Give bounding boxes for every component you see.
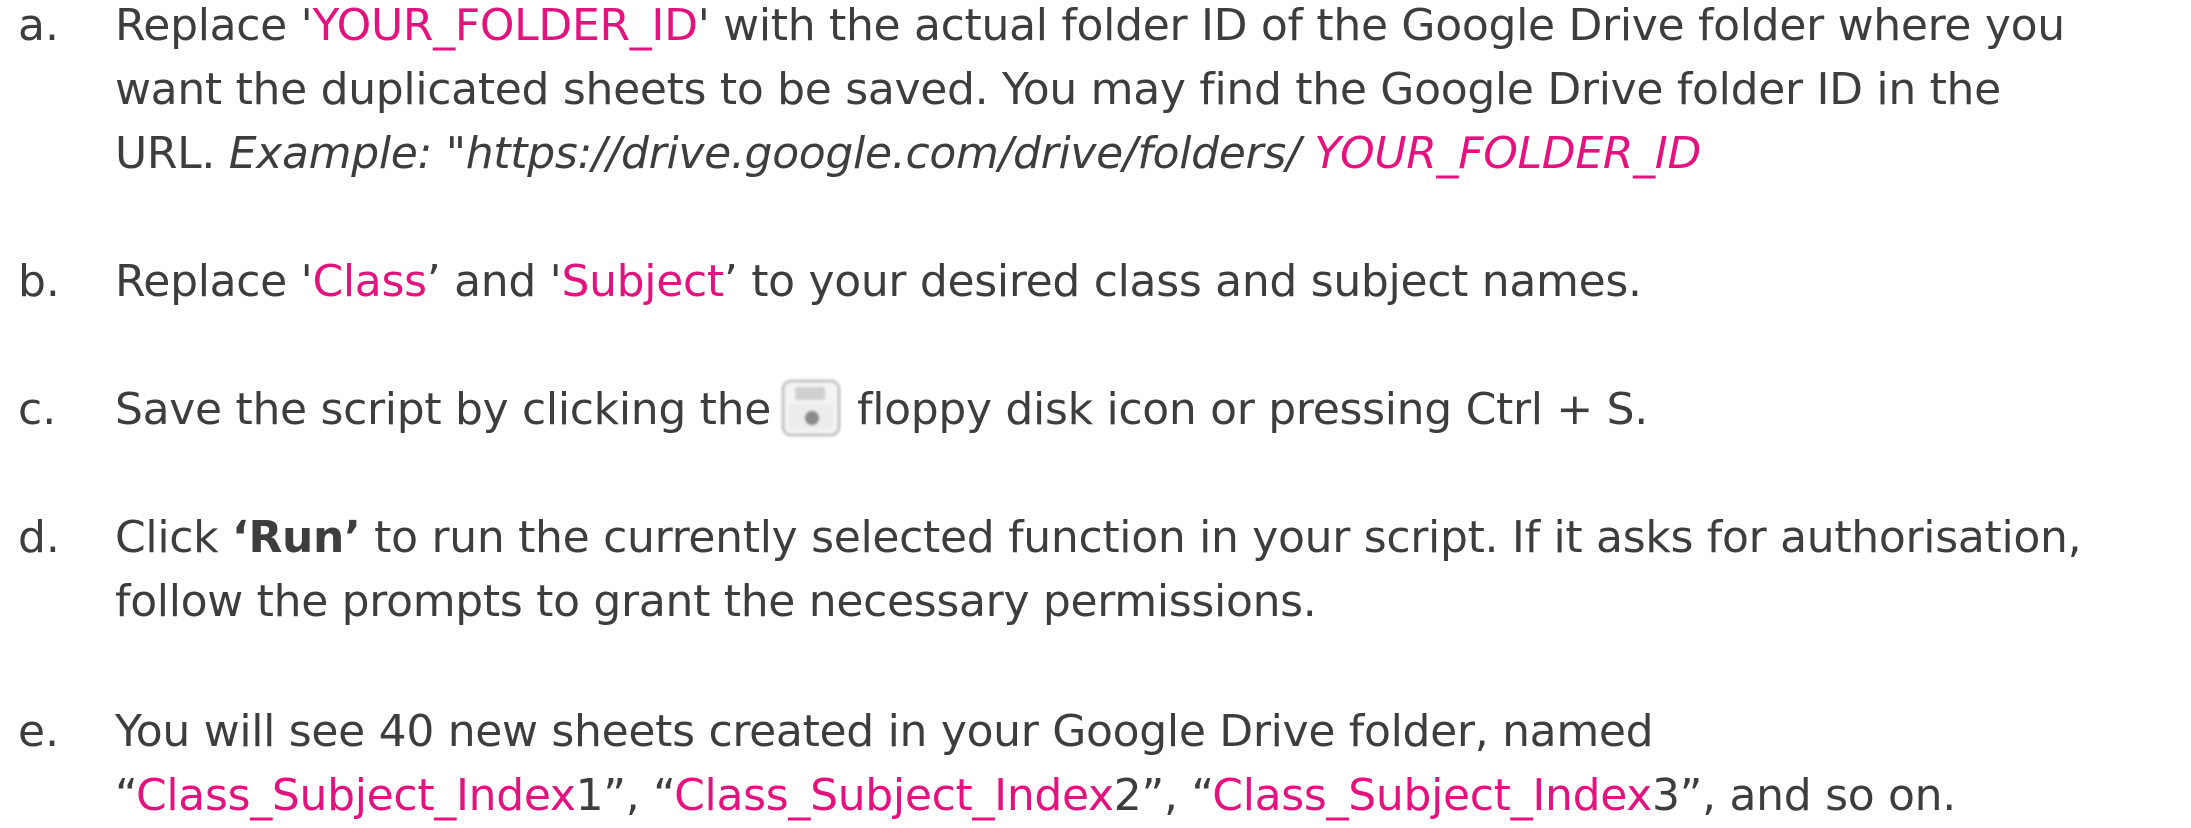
step-a-line-3: URL. Example: "https://drive.google.com/… [115,128,1702,179]
placeholder-folder-id: YOUR_FOLDER_ID [312,0,698,51]
floppy-disk-icon [777,378,845,438]
step-a-line-2: want the duplicated sheets to be saved. … [115,64,2001,115]
step-d-line-1: Click ‘Run’ to run the currently selecte… [115,512,2082,563]
sheet-name-2: Class_Subject_Index [674,770,1114,821]
step-marker: c. [18,384,57,435]
sheet-name-3: Class_Subject_Index [1212,770,1652,821]
instruction-list: a. Replace 'YOUR_FOLDER_ID' with the act… [0,0,2191,821]
step-d-line-2: follow the prompts to grant the necessar… [115,576,1317,627]
sheet-name-1: Class_Subject_Index [135,770,576,821]
run-label: ‘Run’ [232,512,361,563]
step-marker: b. [18,256,60,307]
placeholder-subject: Subject [561,256,724,307]
step-marker: a. [18,0,59,51]
step-e-line-2: “Class_Subject_Index1”, “Class_Subject_I… [115,770,1956,821]
step-marker: e. [18,706,60,757]
placeholder-folder-id: YOUR_FOLDER_ID [1314,128,1702,179]
step-marker: d. [18,512,60,563]
placeholder-class: Class [312,256,427,307]
example-url: Example: "https://drive.google.com/drive… [228,128,1315,179]
step-c-line-1: Save the script by clicking the floppy d… [115,378,1648,442]
step-e-line-1: You will see 40 new sheets created in yo… [115,706,1654,757]
step-b-line-1: Replace 'Class’ and 'Subject’ to your de… [115,256,1642,307]
step-a-line-1: Replace 'YOUR_FOLDER_ID' with the actual… [115,0,2065,51]
